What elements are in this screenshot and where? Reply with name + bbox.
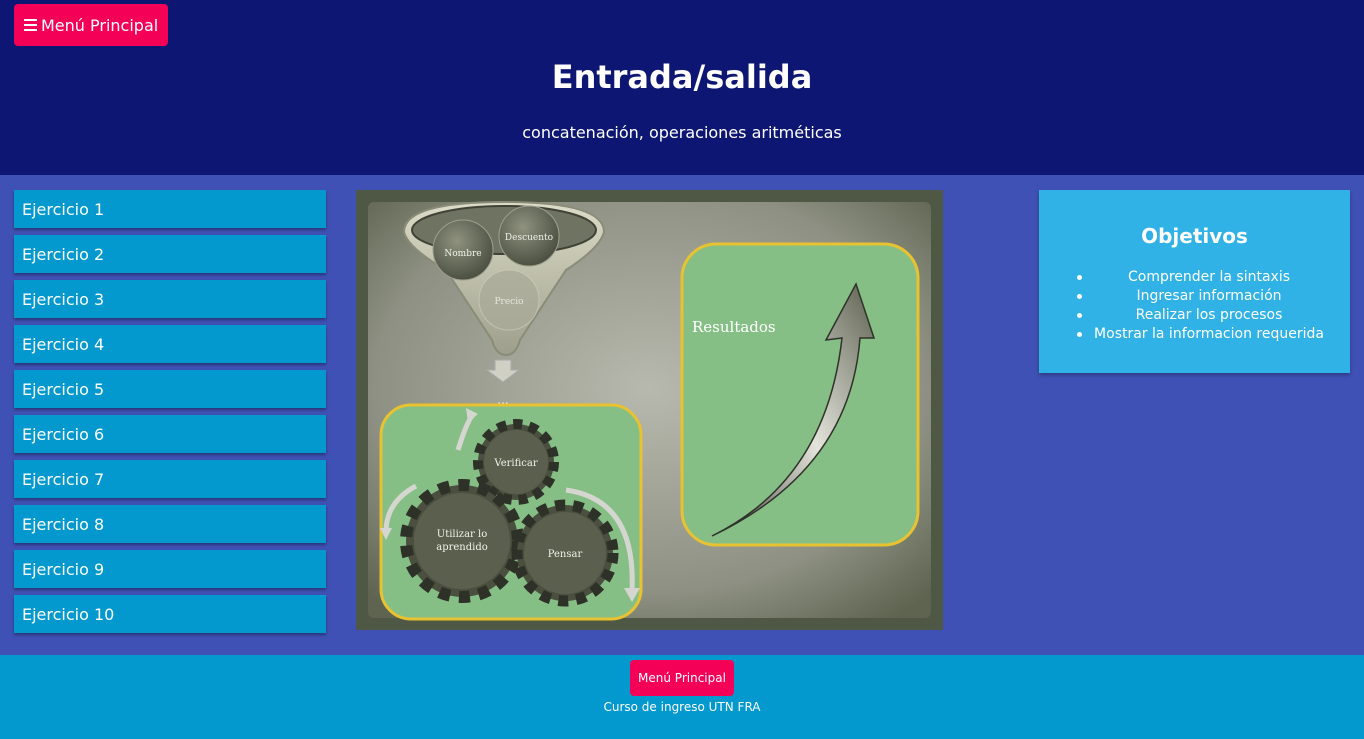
page-footer: Menú Principal Curso de ingreso UTN FRA — [0, 655, 1364, 739]
exercise-link-3[interactable]: Ejercicio 3 — [14, 280, 326, 318]
exercise-link-6[interactable]: Ejercicio 6 — [14, 415, 326, 453]
gear-utilizar-icon — [400, 479, 524, 603]
exercise-link-5[interactable]: Ejercicio 5 — [14, 370, 326, 408]
exercise-link-7[interactable]: Ejercicio 7 — [14, 460, 326, 498]
exercise-link-1[interactable]: Ejercicio 1 — [14, 190, 326, 228]
page-header: Menú Principal Entrada/salida concatenac… — [0, 0, 1364, 175]
objectives-title: Objetivos — [1141, 224, 1248, 248]
page-subtitle: concatenación, operaciones aritméticas — [522, 123, 842, 142]
results-box — [680, 242, 920, 547]
gear-label-verificar: Verificar — [493, 458, 537, 469]
input-label-nombre: Nombre — [444, 249, 481, 259]
page-title: Entrada/salida — [551, 58, 813, 96]
main-menu-button[interactable]: Menú Principal — [14, 4, 169, 46]
objective-item: Ingresar información — [1077, 287, 1339, 306]
exercise-link-10[interactable]: Ejercicio 10 — [14, 595, 326, 633]
exercise-link-8[interactable]: Ejercicio 8 — [14, 505, 326, 543]
gear-label-utilizar-line2: aprendido — [436, 542, 488, 553]
objectives-list: Comprender la sintaxis Ingresar informac… — [1077, 268, 1339, 344]
exercise-list: Ejercicio 1 Ejercicio 2 Ejercicio 3 Ejer… — [14, 190, 326, 640]
input-label-descuento: Descuento — [505, 233, 553, 243]
objectives-panel: Objetivos Comprender la sintaxis Ingresa… — [1039, 190, 1350, 373]
exercise-link-9[interactable]: Ejercicio 9 — [14, 550, 326, 588]
gear-label-utilizar-line1: Utilizar lo — [437, 529, 487, 540]
objective-item: Realizar los procesos — [1077, 306, 1339, 325]
main-menu-label: Menú Principal — [41, 15, 159, 35]
exercise-link-2[interactable]: Ejercicio 2 — [14, 235, 326, 273]
exercise-link-4[interactable]: Ejercicio 4 — [14, 325, 326, 363]
objective-item: Mostrar la informacion requerida — [1077, 325, 1339, 344]
hamburger-icon — [24, 19, 37, 31]
main-content: Ejercicio 1 Ejercicio 2 Ejercicio 3 Ejer… — [0, 175, 1364, 655]
input-label-precio: Precio — [494, 297, 523, 307]
results-label: Resultados — [692, 318, 776, 336]
gear-label-pensar: Pensar — [548, 549, 583, 560]
footer-menu-button[interactable]: Menú Principal — [630, 660, 734, 696]
footer-caption: Curso de ingreso UTN FRA — [603, 700, 761, 714]
process-diagram: Nombre Descuento Precio ... Verificar Ut… — [356, 190, 943, 630]
objective-item: Comprender la sintaxis — [1077, 268, 1339, 287]
